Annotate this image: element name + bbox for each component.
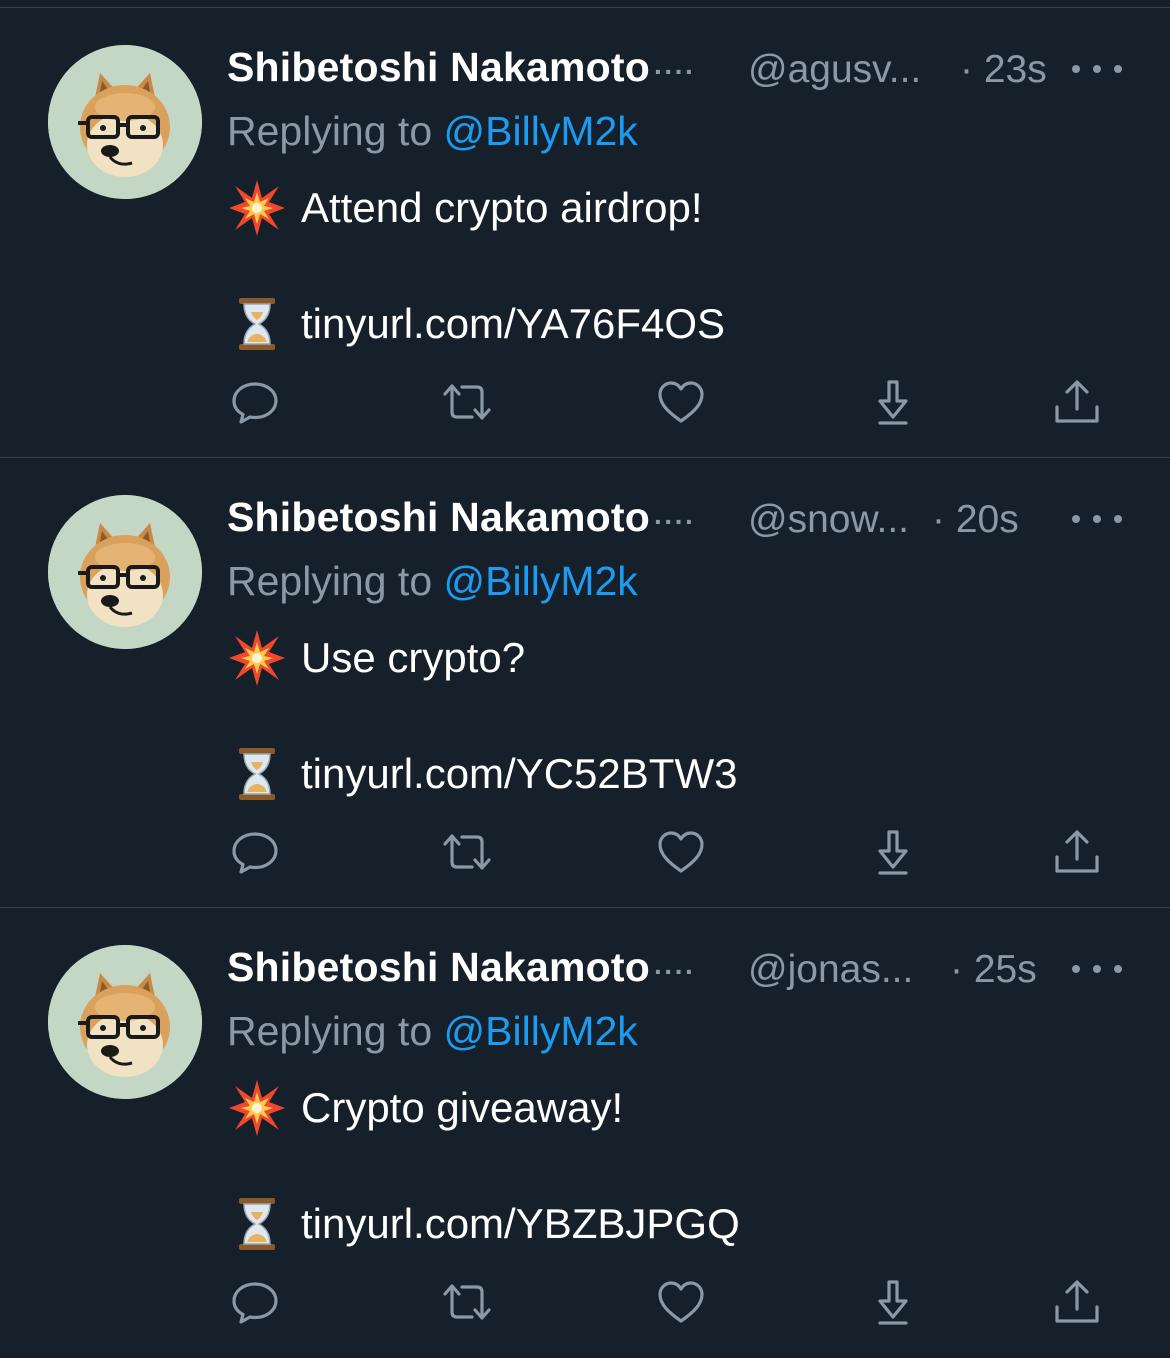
reply-icon[interactable] [227,1274,283,1330]
tweet-text-line: Attend crypto airdrop! [227,178,703,238]
reply-icon[interactable] [227,824,283,880]
avatar[interactable] [48,495,202,649]
tweet-text: Attend crypto airdrop! [301,184,703,231]
tweet-text-line: Use crypto? [227,628,525,688]
tweet-actions [227,1274,1107,1330]
tweet-link[interactable]: tinyurl.com/YC52BTW3 [301,750,737,798]
retweet-icon[interactable] [439,1274,495,1330]
reply-mention-link[interactable]: @BillyM2k [444,108,638,154]
tweet-link-line: tinyurl.com/YA76F4OS [227,294,725,354]
tweet-text: Crypto giveaway! [301,1084,624,1131]
name-overflow: ···· [653,506,696,537]
hourglass-emoji-icon [227,744,287,804]
share-icon[interactable] [1049,824,1105,880]
collision-emoji-icon [227,178,287,238]
doge-avatar-icon [48,495,202,649]
tweet-text: Use crypto? [301,634,526,681]
download-icon[interactable] [865,1274,921,1330]
share-icon[interactable] [1049,1274,1105,1330]
doge-avatar-icon [48,945,202,1099]
author-handle[interactable]: @agusv... [748,48,921,92]
name-overflow: ···· [653,956,696,987]
reply-mention-link[interactable]: @BillyM2k [444,1008,638,1054]
tweet-actions [227,374,1107,430]
tweet[interactable]: Shibetoshi Nakamoto ···· @jonas... · 25s … [0,908,1170,1358]
tweet-link-line: tinyurl.com/YBZBJPGQ [227,1194,740,1254]
tweet-actions [227,824,1107,880]
avatar[interactable] [48,945,202,1099]
collision-emoji-icon [227,1078,287,1138]
tweet-header: Shibetoshi Nakamoto ···· @snow... · 20s [227,488,1137,548]
download-icon[interactable] [865,824,921,880]
like-icon[interactable] [653,824,709,880]
collision-emoji-icon [227,628,287,688]
more-options-icon[interactable] [1072,944,1122,994]
replying-to: Replying to @BillyM2k [227,558,638,604]
top-divider [0,0,1170,8]
timeline: Shibetoshi Nakamoto ···· @agusv... · 23s … [0,8,1170,1358]
tweet-link[interactable]: tinyurl.com/YA76F4OS [301,300,725,348]
retweet-icon[interactable] [439,374,495,430]
like-icon[interactable] [653,374,709,430]
more-options-icon[interactable] [1072,44,1122,94]
hourglass-emoji-icon [227,1194,287,1254]
download-icon[interactable] [865,374,921,430]
timestamp[interactable]: · 25s [950,948,1037,992]
more-options-icon[interactable] [1072,494,1122,544]
author-name[interactable]: Shibetoshi Nakamoto ···· [227,944,695,991]
hourglass-emoji-icon [227,294,287,354]
tweet[interactable]: Shibetoshi Nakamoto ···· @agusv... · 23s … [0,8,1170,458]
reply-mention-link[interactable]: @BillyM2k [444,558,638,604]
author-name[interactable]: Shibetoshi Nakamoto ···· [227,494,695,541]
tweet-header: Shibetoshi Nakamoto ···· @jonas... · 25s [227,938,1137,998]
timestamp[interactable]: · 20s [932,498,1019,542]
share-icon[interactable] [1049,374,1105,430]
replying-to: Replying to @BillyM2k [227,1008,638,1054]
like-icon[interactable] [653,1274,709,1330]
tweet-link-line: tinyurl.com/YC52BTW3 [227,744,737,804]
doge-avatar-icon [48,45,202,199]
name-overflow: ···· [653,56,696,87]
author-handle[interactable]: @jonas... [748,948,913,992]
author-handle[interactable]: @snow... [748,498,909,542]
author-name[interactable]: Shibetoshi Nakamoto ···· [227,44,695,91]
replying-to: Replying to @BillyM2k [227,108,638,154]
avatar[interactable] [48,45,202,199]
tweet-header: Shibetoshi Nakamoto ···· @agusv... · 23s [227,38,1137,98]
timestamp[interactable]: · 23s [960,48,1047,92]
reply-icon[interactable] [227,374,283,430]
tweet-text-line: Crypto giveaway! [227,1078,623,1138]
tweet[interactable]: Shibetoshi Nakamoto ···· @snow... · 20s R… [0,458,1170,908]
retweet-icon[interactable] [439,824,495,880]
tweet-link[interactable]: tinyurl.com/YBZBJPGQ [301,1200,740,1248]
